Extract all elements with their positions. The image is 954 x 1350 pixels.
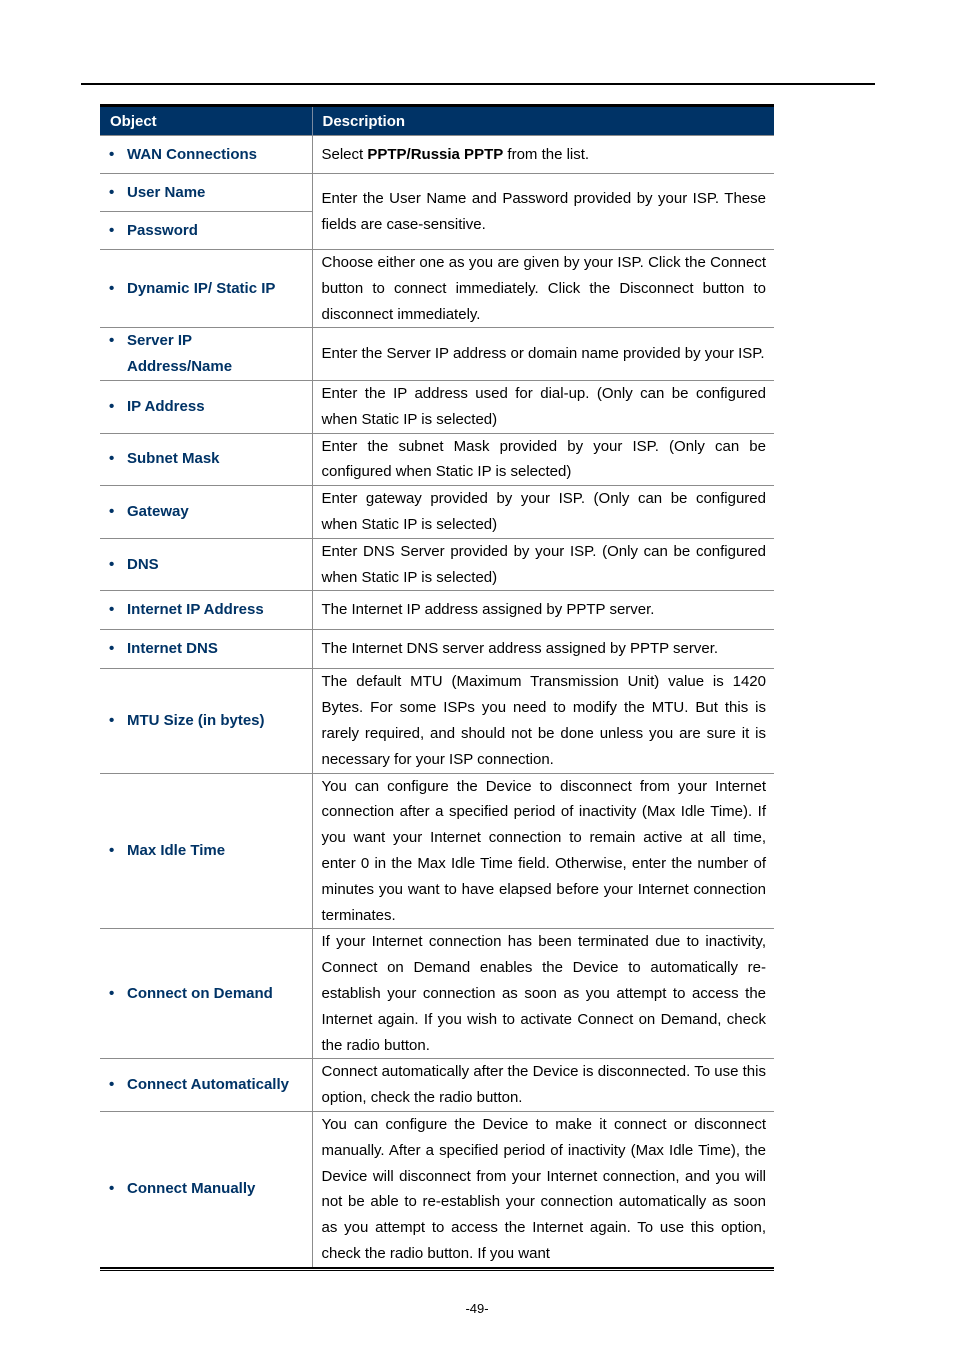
bullet-icon: • [109,183,115,201]
object-cell: • Connect Automatically [100,1058,312,1112]
object-cell: • WAN Connections [100,135,312,174]
description-cell: The Internet DNS server address assigned… [311,629,774,669]
bullet-icon: • [109,145,115,163]
object-label: Gateway [127,503,189,521]
bullet-icon: • [109,712,115,730]
object-cell: • Subnet Mask [100,432,312,486]
bullet-icon: • [109,1180,115,1198]
table-row: • IP Address Enter the IP address used for… [100,379,774,434]
bullet-icon: • [109,1076,115,1094]
object-cell: • Internet DNS [100,629,312,669]
table-row: • Internet IP Address The Internet IP addr… [100,590,774,630]
table-row: • Connect Manually You can configure the D… [100,1110,774,1267]
bullet-icon: • [109,221,115,239]
object-cell: • Dynamic IP/ Static IP [100,248,312,328]
object-label: Subnet Mask [127,450,220,468]
table-row: • DNS Enter DNS Server provided by your IS… [100,537,774,591]
description-cell: Enter the IP address used for dial-up. (… [311,379,774,434]
bullet-icon: • [109,601,115,619]
description-text: from the list. [503,145,590,163]
bullet-icon: • [109,279,115,297]
object-cell: • Password [100,211,312,250]
description-cell: The default MTU (Maximum Transmission Un… [311,668,774,774]
page-number: -49- [465,1301,489,1316]
column-header-description: Description [311,107,774,136]
object-label: Dynamic IP/ Static IP [127,279,276,297]
object-label: User Name [127,183,206,201]
object-label: Password [127,221,198,239]
table-row: • User Name Enter the User Name and Passwo… [100,173,774,250]
description-cell: Enter the Server IP address or domain na… [311,327,774,381]
object-label: WAN Connections [127,145,257,163]
description-cell: Select PPTP/Russia PPTP from the list. [311,135,774,174]
object-label: Internet DNS [127,640,218,658]
object-label: Connect Automatically [127,1076,289,1094]
description-cell: You can configure the Device to disconne… [311,772,774,929]
object-cell: • Internet IP Address [100,590,312,630]
object-label: Max Idle Time [127,842,226,860]
object-cell: • Connect on Demand [100,928,312,1059]
description-cell: The Internet IP address assigned by PPTP… [311,590,774,630]
description-cell: Enter DNS Server provided by your ISP. (… [311,537,774,591]
table-bottom-rule-thin [100,1269,774,1271]
column-header-object: Object [100,107,312,136]
table-row: • Internet DNS The Internet DNS server add… [100,629,774,669]
table-row: • Max Idle Time You can configure the Devi… [100,772,774,929]
object-cell: • Max Idle Time [100,772,312,929]
description-emphasis: PPTP/Russia PPTP [367,145,504,163]
object-label: Connect Manually [127,1180,256,1198]
table-row: • Server IP Address/Name Enter the Server … [100,327,774,381]
description-cell: Enter the subnet Mask provided by your I… [311,432,774,486]
description-cell: Enter gateway provided by your ISP. (Onl… [311,485,774,539]
description-text: Select [321,145,368,163]
object-cell: • Connect Manually [100,1110,312,1267]
bullet-icon: • [109,450,115,468]
parameter-table: Object Description • WAN Connections Selec… [100,104,774,1271]
table-row: • Dynamic IP/ Static IP Choose either one … [100,248,774,328]
table-row: • Gateway Enter gateway provided by your I… [100,485,774,539]
object-label: Internet IP Address [127,601,264,619]
object-cell: • DNS [100,537,312,591]
object-cell: • IP Address [100,379,312,434]
table-row: • Subnet Mask Enter the subnet Mask provid… [100,432,774,486]
object-label: DNS [127,555,159,573]
object-label: Server IP Address/Name [127,332,233,376]
table-row: • MTU Size (in bytes) The default MTU (Max… [100,668,774,774]
object-cell: • Gateway [100,485,312,539]
description-cell: You can configure the Device to make it … [311,1110,774,1267]
description-cell: Connect automatically after the Device i… [311,1058,774,1112]
object-label: Connect on Demand [127,984,273,1002]
description-cell: Enter the User Name and Password provide… [311,173,774,250]
object-cell: • MTU Size (in bytes) [100,668,312,774]
bullet-icon: • [109,842,115,860]
description-cell: Choose either one as you are given by yo… [311,248,774,328]
bullet-icon: • [109,984,115,1002]
bullet-icon: • [109,503,115,521]
table-bottom-rule [100,1266,774,1269]
table-row: • Connect Automatically Connect automatica… [100,1058,774,1112]
object-label: MTU Size (in bytes) [127,712,265,730]
table-row: • Connect on Demand If your Internet conne… [100,928,774,1059]
description-cell: If your Internet connection has been ter… [311,928,774,1059]
object-label: IP Address [127,397,205,415]
bullet-icon: • [109,640,115,658]
table-header-row: Object Description [100,107,774,136]
object-cell: • User Name [100,173,312,212]
bullet-icon: • [109,397,115,415]
bullet-icon: • [109,555,115,573]
header-rule [81,83,875,85]
table-body: • WAN Connections Select PPTP/Russia PPTP … [100,135,774,1267]
bullet-icon: • [109,332,115,350]
object-cell: • Server IP Address/Name [100,327,312,381]
table-row: • WAN Connections Select PPTP/Russia PPTP … [100,135,774,174]
